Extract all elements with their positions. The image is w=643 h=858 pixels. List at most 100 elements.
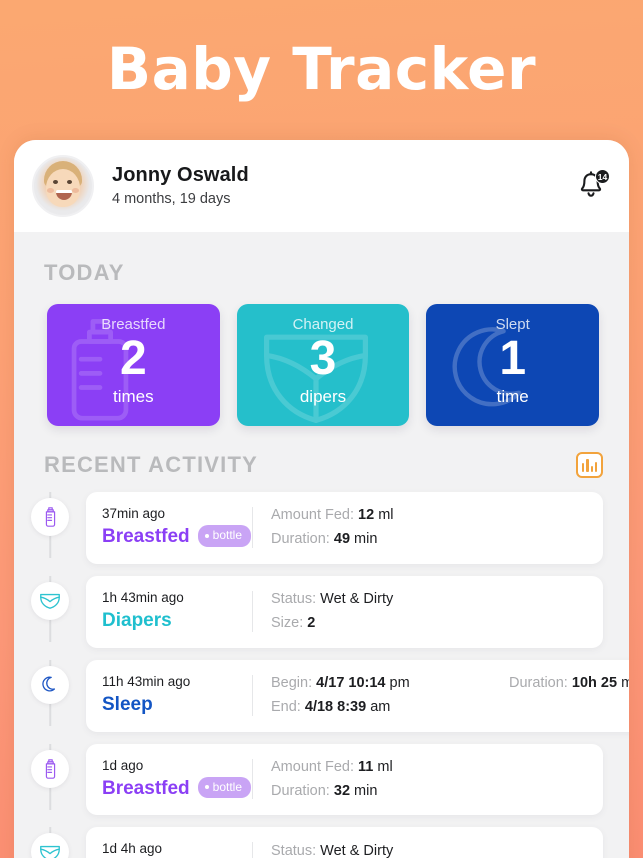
stat-label: Slept <box>495 316 530 333</box>
notification-badge: 14 <box>595 169 610 184</box>
detail-key: Begin: <box>271 674 313 691</box>
activity-row[interactable]: 1h 43min ago Diapers Status: Wet & Dirty… <box>14 575 603 648</box>
activity-kind: Breastfed bottle <box>102 524 252 550</box>
today-stat-cards: Breastfed 2 times Changed 3 dipers Slept… <box>14 286 629 426</box>
bar-chart-icon-bar-3 <box>590 466 593 472</box>
activity-summary: 1h 43min ago Diapers <box>102 589 252 634</box>
activity-card[interactable]: 1d ago Breastfed bottle Amount Fed: 11 m… <box>86 743 603 816</box>
stat-unit: times <box>113 387 154 406</box>
activity-row[interactable]: 1d ago Breastfed bottle Amount Fed: 11 m… <box>14 743 603 816</box>
detail-unit: Wet & Dirty <box>320 842 394 858</box>
timeline-node <box>14 492 86 558</box>
detail-key: Amount Fed: <box>271 758 355 775</box>
detail-unit: pm <box>389 674 410 691</box>
activity-details: Begin: 4/17 10:14 pm End: 4/18 8:39 am D <box>271 674 629 717</box>
activity-kind-label: Diapers <box>102 610 172 632</box>
stat-card-changed[interactable]: Changed 3 dipers <box>236 304 410 426</box>
detail-value: 4/17 10:14 <box>316 674 386 691</box>
detail-line: Duration: 32 min <box>271 782 393 801</box>
profile-header[interactable]: Jonny Oswald 4 months, 19 days 14 <box>14 140 629 232</box>
activity-tag-pill: bottle <box>197 777 252 799</box>
detail-unit: min <box>354 530 378 547</box>
card-divider <box>252 758 253 800</box>
bar-chart-button[interactable] <box>576 452 603 478</box>
stat-value: 2 <box>119 332 147 385</box>
activity-row[interactable]: 37min ago Breastfed bottle Amount Fed: 1… <box>14 492 603 564</box>
detail-line: Begin: 4/17 10:14 pm <box>271 674 481 693</box>
stat-label: Changed <box>292 316 354 333</box>
activity-card[interactable]: 1h 43min ago Diapers Status: Wet & Dirty… <box>86 575 603 648</box>
timeline-node <box>14 659 86 726</box>
detail-unit: am <box>370 698 391 715</box>
detail-unit: ml <box>377 758 393 775</box>
detail-line: Size: 2 <box>271 614 393 633</box>
detail-line: Status: Wet & Dirty <box>271 842 393 858</box>
avatar-cheek-right <box>72 188 79 193</box>
tag-dot-icon <box>204 785 209 790</box>
detail-value: 12 <box>358 507 375 524</box>
activity-time-ago: 11h 43min ago <box>102 673 191 689</box>
stat-value: 3 <box>309 332 337 385</box>
detail-column: Amount Fed: 12 ml Duration: 49 min <box>271 506 394 549</box>
activity-kind: Sleep <box>102 692 252 718</box>
stat-card-breastfed[interactable]: Breastfed 2 times <box>47 304 220 426</box>
avatar-eye-left <box>53 180 58 184</box>
detail-value: 49 <box>333 530 351 547</box>
detail-key: End: <box>271 698 301 715</box>
today-section-header: TODAY <box>14 232 629 286</box>
detail-line: End: 4/18 8:39 am <box>271 698 481 717</box>
activity-card[interactable]: 37min ago Breastfed bottle Amount Fed: 1… <box>86 492 603 564</box>
activity-time-ago: 1h 43min ago <box>102 589 184 605</box>
timeline-node <box>14 575 86 642</box>
activity-row[interactable]: 1d 4h ago Diapers Status: Wet & Dirty Si… <box>14 827 603 858</box>
activity-tag-label: bottle <box>212 780 243 795</box>
bottle-icon <box>45 758 55 779</box>
activity-summary: 11h 43min ago Sleep <box>102 673 252 718</box>
bar-chart-icon-bar-2 <box>586 459 589 472</box>
activity-tag-pill: bottle <box>197 525 252 547</box>
avatar-eye-right <box>67 180 72 184</box>
bar-chart-icon-bar-4 <box>594 462 597 472</box>
activity-time-ago: 1d ago <box>102 757 144 773</box>
activity-details: Status: Wet & Dirty Size: 2 <box>271 590 587 633</box>
moon-icon <box>452 327 522 407</box>
card-divider <box>252 842 253 858</box>
detail-value: 4/18 8:39 <box>304 698 367 715</box>
detail-value: 32 <box>333 782 351 799</box>
today-heading: TODAY <box>44 260 125 285</box>
card-divider <box>252 507 253 548</box>
activity-kind-label: Breastfed <box>102 526 190 548</box>
stat-unit: time <box>496 387 529 406</box>
card-divider <box>252 674 253 716</box>
detail-value: 10h 25 <box>571 674 618 691</box>
activity-details: Amount Fed: 12 ml Duration: 49 min <box>271 506 587 549</box>
avatar[interactable] <box>32 155 94 217</box>
bar-chart-icon-bar-1 <box>582 463 585 472</box>
activity-row[interactable]: 11h 43min ago Sleep Begin: 4/17 10:14 pm <box>14 659 629 732</box>
activity-time-ago: 1d 4h ago <box>102 841 163 857</box>
activity-card[interactable]: 1d 4h ago Diapers Status: Wet & Dirty Si… <box>86 827 603 858</box>
timeline-icon-badge <box>31 581 69 620</box>
stat-card-slept[interactable]: Slept 1 time <box>426 304 600 426</box>
moon-icon <box>42 676 56 692</box>
activity-kind: Breastfed bottle <box>102 776 252 802</box>
stat-value: 1 <box>499 332 527 385</box>
diaper-icon <box>40 845 60 858</box>
detail-column: Status: Wet & Dirty Size: 2 <box>271 842 393 858</box>
detail-line: Duration: 10h 25 min <box>509 674 629 693</box>
detail-key: Duration: <box>509 674 568 691</box>
detail-unit: ml <box>378 507 394 524</box>
notifications-button[interactable]: 14 <box>577 169 610 202</box>
detail-column: Begin: 4/17 10:14 pm End: 4/18 8:39 am <box>271 674 481 717</box>
activity-card[interactable]: 11h 43min ago Sleep Begin: 4/17 10:14 pm <box>86 659 629 732</box>
detail-key: Size: <box>271 614 304 631</box>
activity-kind-label: Sleep <box>102 693 153 715</box>
detail-unit: min <box>621 674 629 691</box>
activity-kind-label: Breastfed <box>102 777 190 799</box>
activity-summary: 1d 4h ago Diapers <box>102 840 252 858</box>
detail-key: Duration: <box>271 530 330 547</box>
detail-value: 2 <box>307 614 316 631</box>
timeline-icon-badge <box>31 749 69 788</box>
detail-column: Duration: 10h 25 min <box>509 674 629 717</box>
timeline-icon-badge <box>31 498 69 536</box>
